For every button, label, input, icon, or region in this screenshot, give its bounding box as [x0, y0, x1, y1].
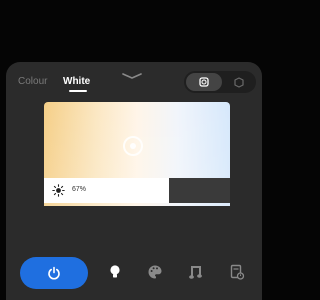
palette-icon[interactable]: [146, 263, 164, 281]
mode-button-inactive[interactable]: [224, 73, 254, 91]
mode-button-active[interactable]: [186, 73, 222, 91]
rotate-icon: [199, 77, 209, 87]
status-area: [0, 0, 268, 62]
picker-center: [130, 143, 136, 149]
power-button[interactable]: [20, 257, 88, 289]
active-tab-indicator: [69, 90, 87, 92]
music-icon[interactable]: [187, 263, 205, 281]
chevron-down-icon[interactable]: [121, 72, 143, 80]
brightness-value: 67%: [72, 186, 87, 193]
bulb-icon[interactable]: [106, 263, 124, 281]
tab-white[interactable]: White: [63, 76, 90, 87]
brightness-slider[interactable]: 67%: [44, 178, 230, 203]
control-sheet: Colour White 67%: [6, 62, 262, 300]
schedule-icon[interactable]: [228, 263, 246, 281]
mode-switch: [184, 71, 256, 93]
cube-icon: [234, 77, 244, 88]
sun-icon: [52, 184, 65, 197]
tab-colour[interactable]: Colour: [18, 76, 47, 87]
power-icon: [48, 266, 60, 280]
